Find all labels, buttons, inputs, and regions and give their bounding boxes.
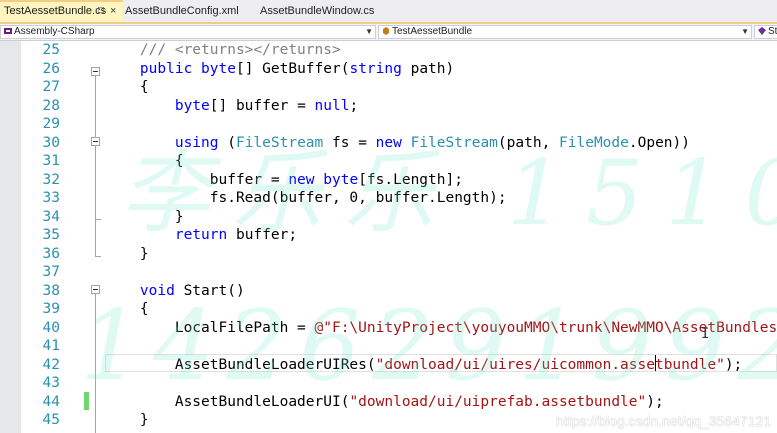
member-dropdown[interactable]: St bbox=[754, 25, 777, 39]
code-line[interactable]: 27 { bbox=[0, 78, 777, 96]
code-text[interactable]: { bbox=[105, 78, 149, 96]
code-line[interactable]: 26 public byte[] GetBuffer(string path) bbox=[0, 60, 777, 78]
method-icon bbox=[758, 27, 766, 35]
code-text[interactable]: return buffer; bbox=[105, 226, 297, 244]
close-icon[interactable]: × bbox=[110, 2, 116, 21]
code-line[interactable]: 42 AssetBundleLoaderUIRes("download/ui/u… bbox=[0, 356, 777, 374]
line-number: 26 bbox=[42, 60, 60, 77]
line-number: 44 bbox=[42, 393, 60, 410]
class-name: TestAessetBundle bbox=[392, 26, 473, 37]
tab-label: TestAessetBundle.cs bbox=[4, 5, 107, 17]
code-text[interactable]: } bbox=[105, 208, 184, 226]
line-number: 37 bbox=[42, 264, 60, 280]
member-name: St bbox=[768, 26, 777, 37]
line-number: 43 bbox=[42, 375, 60, 391]
line-number: 39 bbox=[42, 301, 60, 317]
code-text[interactable]: void Start() bbox=[105, 282, 245, 300]
chevron-down-icon[interactable]: ▼ bbox=[741, 26, 749, 38]
tab-label: AssetBundleConfig.xml bbox=[125, 5, 239, 17]
code-text[interactable]: fs.Read(buffer, 0, buffer.Length); bbox=[105, 189, 507, 207]
code-text[interactable]: buffer = new byte[fs.Length]; bbox=[105, 171, 463, 189]
line-number: 31 bbox=[42, 153, 60, 169]
code-line[interactable]: 34 } bbox=[0, 208, 777, 226]
text-caret bbox=[655, 355, 656, 371]
line-number: 29 bbox=[42, 116, 60, 132]
tab-assetbundlewindow-cs[interactable]: AssetBundleWindow.cs bbox=[260, 0, 374, 22]
code-text[interactable]: AssetBundleLoaderUIRes("download/ui/uire… bbox=[105, 356, 742, 374]
code-text[interactable]: AssetBundleLoaderUI("download/ui/uiprefa… bbox=[105, 393, 664, 411]
class-icon bbox=[383, 27, 389, 35]
navigation-bar: Assembly-CSharp ▼ TestAessetBundle ▼ St bbox=[0, 24, 777, 41]
code-text[interactable]: { bbox=[105, 300, 149, 318]
line-number: 30 bbox=[42, 134, 60, 151]
code-line[interactable]: 37 bbox=[0, 263, 777, 281]
line-number: 25 bbox=[42, 42, 60, 58]
line-number: 33 bbox=[42, 190, 60, 206]
line-number: 38 bbox=[42, 282, 60, 299]
code-line[interactable]: 25 /// <returns></returns> bbox=[0, 41, 777, 59]
tab-testaessetbundle-cs[interactable]: TestAessetBundle.cs × bbox=[0, 0, 123, 22]
pin-icon[interactable] bbox=[98, 7, 104, 13]
tab-label: AssetBundleWindow.cs bbox=[260, 5, 375, 17]
code-line[interactable]: 43 bbox=[0, 374, 777, 392]
code-line[interactable]: 29 bbox=[0, 115, 777, 133]
line-number: 41 bbox=[42, 338, 60, 354]
code-line[interactable]: 40 LocalFilePath = @"F:\UnityProject\you… bbox=[0, 319, 777, 337]
project-dropdown[interactable]: Assembly-CSharp ▼ bbox=[0, 25, 376, 39]
code-text[interactable]: LocalFilePath = @"F:\UnityProject\youyou… bbox=[105, 319, 777, 337]
code-line[interactable]: 30 using (FileStream fs = new FileStream… bbox=[0, 134, 777, 152]
code-line[interactable]: 41 bbox=[0, 337, 777, 355]
code-text[interactable]: } bbox=[105, 245, 149, 263]
code-line[interactable]: 44 AssetBundleLoaderUI("download/ui/uipr… bbox=[0, 393, 777, 411]
code-line[interactable]: 36 } bbox=[0, 245, 777, 263]
line-number: 36 bbox=[42, 245, 60, 262]
line-number: 35 bbox=[42, 227, 60, 243]
csharp-project-icon bbox=[4, 28, 12, 34]
code-editor[interactable]: 25 /// <returns></returns> 26 public byte… bbox=[0, 41, 777, 433]
class-dropdown[interactable]: TestAessetBundle ▼ bbox=[378, 25, 752, 39]
line-number: 28 bbox=[42, 97, 60, 114]
code-text[interactable]: } bbox=[105, 411, 149, 429]
line-number: 32 bbox=[42, 171, 60, 188]
code-line[interactable]: 35 return buffer; bbox=[0, 226, 777, 244]
code-line[interactable]: 28 byte[] buffer = null; bbox=[0, 97, 777, 115]
code-line[interactable]: 33 fs.Read(buffer, 0, buffer.Length); bbox=[0, 189, 777, 207]
document-tab-strip: TestAessetBundle.cs × AssetBundleConfig.… bbox=[0, 0, 777, 22]
code-text[interactable]: byte[] buffer = null; bbox=[105, 97, 358, 115]
project-name: Assembly-CSharp bbox=[14, 26, 95, 37]
code-line[interactable]: 39 { bbox=[0, 300, 777, 318]
line-number: 40 bbox=[42, 319, 60, 336]
code-line[interactable]: 32 buffer = new byte[fs.Length]; bbox=[0, 171, 777, 189]
line-number: 34 bbox=[42, 208, 60, 225]
ibeam-cursor-icon: I bbox=[701, 326, 710, 342]
code-line[interactable]: 38 void Start() bbox=[0, 282, 777, 300]
line-number: 45 bbox=[42, 412, 60, 428]
line-number: 27 bbox=[42, 79, 60, 95]
code-text[interactable]: public byte[] GetBuffer(string path) bbox=[105, 60, 454, 78]
code-text[interactable]: using (FileStream fs = new FileStream(pa… bbox=[105, 134, 690, 152]
source-credit: https://blog.csdn.net/qq_35647121 bbox=[556, 413, 771, 429]
code-text[interactable]: { bbox=[105, 152, 184, 170]
code-line[interactable]: 31 { bbox=[0, 152, 777, 170]
tab-assetbundleconfig-xml[interactable]: AssetBundleConfig.xml bbox=[125, 0, 239, 22]
chevron-down-icon[interactable]: ▼ bbox=[365, 26, 373, 38]
code-text[interactable]: /// <returns></returns> bbox=[105, 41, 341, 59]
line-number: 42 bbox=[42, 356, 60, 373]
